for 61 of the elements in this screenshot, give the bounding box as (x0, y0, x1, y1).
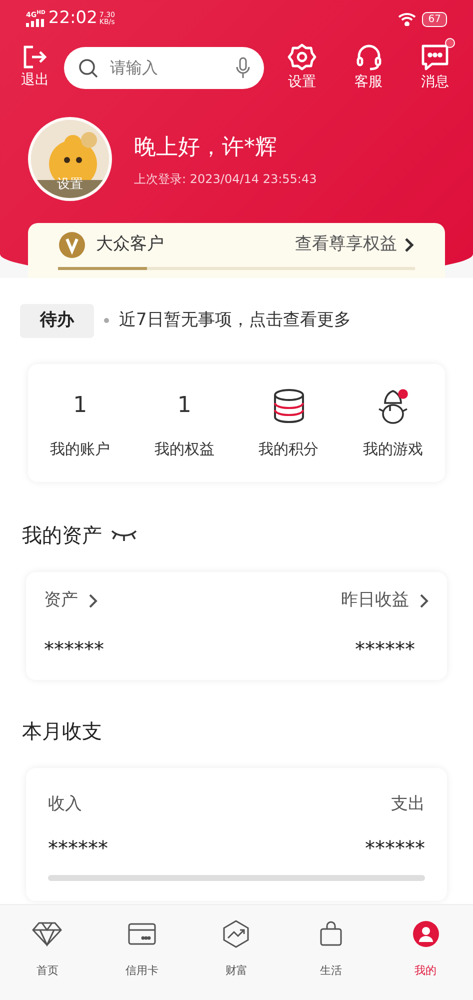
microphone-icon (236, 56, 250, 78)
section-title: 我的资产 (22, 522, 102, 549)
tab-bar-item[interactable]: 信用卡 (94, 919, 190, 1000)
income-value: ****** (48, 835, 108, 862)
shortcut-label: 我的积分 (258, 438, 319, 460)
shortcut-item[interactable]: 我的积分 (236, 386, 341, 460)
chevron-right-icon (88, 592, 98, 609)
trend-icon (222, 920, 250, 948)
search-icon (78, 58, 98, 78)
monthly-card[interactable]: 收入 支出 ****** ****** (26, 768, 447, 901)
logout-icon (22, 44, 48, 70)
assets-label: 资产 (44, 589, 78, 612)
tab-bar-item[interactable]: 首页 (0, 919, 95, 1000)
bag-icon (318, 921, 344, 947)
shortcut-item[interactable]: 1 我的权益 (132, 386, 236, 460)
wifi-icon (398, 12, 416, 26)
logout-button[interactable]: 退出 (18, 44, 52, 91)
header-action-button[interactable]: 设置 (282, 42, 322, 93)
earnings-value: ****** (355, 636, 415, 662)
membership-card[interactable]: 大众客户 查看尊享权益 (28, 223, 445, 278)
assets-value: ****** (44, 636, 104, 662)
battery-indicator: 67 (422, 12, 447, 26)
benefits-link[interactable]: 查看尊享权益 (295, 232, 397, 258)
tab-bar-item[interactable]: 财富 (189, 919, 284, 1000)
shortcut-count: 1 (73, 392, 88, 420)
expense-label: 支出 (391, 792, 425, 816)
tab-bar-item[interactable]: 生活 (284, 919, 378, 1000)
avatar-label: 设置 (57, 176, 83, 194)
shortcut-item[interactable]: 1 我的账户 (28, 386, 132, 460)
shortcut-count: 1 (177, 392, 192, 420)
person-icon (412, 920, 440, 948)
earnings-label: 昨日收益 (341, 589, 409, 612)
chevron-right-icon (403, 237, 415, 253)
member-level: 大众客户 (96, 233, 164, 256)
message-icon (420, 42, 450, 72)
header-action-button[interactable]: 客服 (348, 42, 388, 93)
last-login: 上次登录: 2023/04/14 23:55:43 (134, 170, 317, 188)
tab-bar-item[interactable]: 我的 (378, 919, 473, 1000)
todo-tag: 待办 (20, 304, 94, 338)
diamond-icon (32, 921, 62, 947)
todo-message[interactable]: 近7日暂无事项，点击查看更多 (119, 308, 351, 334)
avatar[interactable]: 设置 (28, 117, 112, 201)
eye-closed-icon (110, 528, 138, 542)
shortcut-item[interactable]: 我的游戏 (340, 386, 445, 460)
greeting: 晚上好，许*辉 (134, 134, 278, 162)
shortcut-label: 我的权益 (154, 438, 214, 460)
chevron-right-icon (419, 592, 429, 609)
card-icon (128, 922, 156, 946)
section-title: 本月收支 (21, 718, 103, 744)
v-badge-icon (58, 231, 86, 259)
search-field[interactable]: 请输入 (64, 46, 264, 88)
shortcut-label: 我的账户 (50, 438, 110, 460)
expense-value: ****** (365, 835, 425, 862)
header-action-button[interactable]: 消息 (415, 42, 455, 93)
coin-stack-icon (272, 388, 305, 422)
assets-card[interactable]: 资产 ****** 昨日收益 ****** (26, 572, 447, 680)
shortcut-label: 我的游戏 (362, 438, 423, 460)
status-time: 22:02 (48, 7, 98, 30)
settings-icon (287, 42, 317, 72)
income-label: 收入 (48, 792, 82, 816)
signal-icon (26, 18, 44, 26)
